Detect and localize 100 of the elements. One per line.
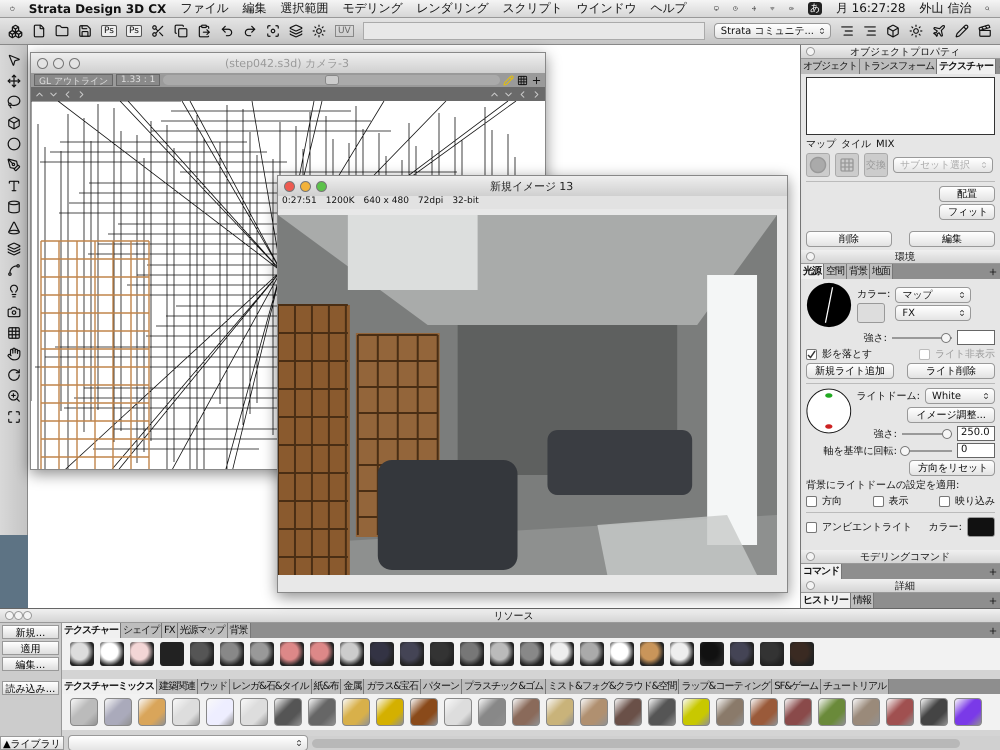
zoom-button[interactable] bbox=[316, 180, 327, 192]
texture-swatch-icon[interactable] bbox=[512, 698, 540, 726]
texture-swatch-icon[interactable] bbox=[886, 698, 914, 726]
pencil-icon[interactable] bbox=[955, 24, 969, 38]
plane-icon[interactable] bbox=[932, 24, 946, 38]
panel-button[interactable]: フィット bbox=[939, 204, 995, 220]
load-button[interactable]: 読み込み... bbox=[2, 681, 59, 695]
tab[interactable]: SF&ゲーム bbox=[772, 679, 822, 694]
minimize-button[interactable] bbox=[14, 611, 23, 620]
layers-icon[interactable] bbox=[6, 242, 20, 256]
lasso-icon[interactable] bbox=[6, 95, 20, 109]
texture-swatch-icon[interactable] bbox=[410, 698, 438, 726]
close-button[interactable] bbox=[37, 58, 48, 68]
frame-icon[interactable] bbox=[6, 410, 20, 424]
tab[interactable]: ウッド bbox=[198, 679, 230, 694]
slider-thumb[interactable] bbox=[941, 332, 951, 342]
strength-field[interactable]: 250.0 bbox=[957, 426, 995, 441]
updown-arrows-icon[interactable] bbox=[958, 309, 966, 317]
slider-thumb[interactable] bbox=[324, 75, 339, 85]
new-file-icon[interactable] bbox=[32, 24, 46, 38]
menu-item[interactable]: ウインドウ bbox=[576, 0, 636, 17]
copy-icon[interactable] bbox=[174, 24, 188, 38]
texture-swatch-icon[interactable] bbox=[920, 698, 948, 726]
texture-swatch-icon[interactable] bbox=[682, 698, 710, 726]
tab[interactable]: 建築関連 bbox=[157, 679, 198, 694]
texture-swatch-icon[interactable] bbox=[546, 698, 574, 726]
menu-item[interactable]: スクリプト bbox=[502, 0, 562, 17]
tab[interactable]: 光源マップ bbox=[178, 623, 228, 638]
texture-swatch-icon[interactable] bbox=[342, 698, 370, 726]
undo-icon[interactable] bbox=[220, 24, 234, 38]
checkbox[interactable] bbox=[939, 496, 950, 506]
align-icon[interactable] bbox=[863, 24, 877, 38]
minimize-button[interactable] bbox=[53, 58, 64, 68]
slider-thumb[interactable] bbox=[900, 446, 910, 456]
pointer-icon[interactable] bbox=[6, 53, 20, 67]
tab[interactable]: 背景 bbox=[847, 264, 870, 279]
cut-icon[interactable] bbox=[150, 24, 165, 38]
reset-direction-button[interactable]: 方向をリセット bbox=[909, 460, 995, 476]
uv-button[interactable]: UV bbox=[334, 25, 354, 37]
light-direction-dial[interactable] bbox=[806, 282, 852, 328]
updown-arrows-icon[interactable] bbox=[818, 27, 826, 35]
tab[interactable]: 背景 bbox=[228, 623, 251, 638]
align-icon[interactable] bbox=[840, 24, 854, 38]
sphere-icon[interactable] bbox=[6, 137, 20, 151]
photoshop-button[interactable]: Ps bbox=[101, 25, 117, 37]
app-menu[interactable]: Strata Design 3D CX bbox=[28, 2, 166, 16]
tab[interactable]: ヒストリー bbox=[801, 593, 851, 608]
tab[interactable]: テクスチャーミックス bbox=[62, 679, 157, 694]
cylinder-icon[interactable] bbox=[6, 200, 20, 214]
tab[interactable]: テクスチャー bbox=[937, 59, 996, 74]
map-menu[interactable]: マップ bbox=[895, 287, 972, 303]
user-name[interactable]: 外山 信治 bbox=[919, 0, 972, 17]
grid-icon[interactable] bbox=[6, 326, 20, 340]
cube-icon[interactable] bbox=[6, 116, 20, 130]
menu-item[interactable]: ファイル bbox=[180, 0, 228, 17]
cube-icon[interactable] bbox=[886, 24, 900, 38]
texture-swatch-icon[interactable] bbox=[614, 698, 642, 726]
objects-icon[interactable] bbox=[8, 24, 23, 38]
panel-button[interactable]: 編集 bbox=[909, 231, 995, 247]
menu-item[interactable]: レンダリング bbox=[416, 0, 488, 17]
side-button[interactable]: 適用 bbox=[2, 641, 59, 655]
texture-swatch-icon[interactable] bbox=[852, 698, 880, 726]
tab[interactable]: ガラス&宝石 bbox=[364, 679, 422, 694]
checkbox[interactable] bbox=[806, 496, 817, 506]
scroll-bar[interactable] bbox=[312, 738, 960, 748]
tab[interactable]: テクスチャー bbox=[62, 623, 121, 638]
tab[interactable]: コマンド bbox=[801, 564, 842, 579]
texture-swatch-icon[interactable] bbox=[206, 698, 234, 726]
tab[interactable]: 空間 bbox=[824, 264, 847, 279]
close-button[interactable] bbox=[806, 252, 815, 261]
texture-swatch-icon[interactable] bbox=[818, 698, 846, 726]
zoom-icon[interactable] bbox=[6, 389, 20, 403]
tab[interactable]: 地面 bbox=[870, 264, 893, 279]
panel-button[interactable]: 新規ライト追加 bbox=[806, 363, 894, 379]
library-button[interactable]: ▲ライブラリ bbox=[0, 736, 64, 750]
texture-swatch-icon[interactable] bbox=[308, 698, 336, 726]
texture-swatch-icon[interactable] bbox=[376, 698, 404, 726]
text-field[interactable] bbox=[362, 22, 705, 40]
tab[interactable]: レンガ&石&タイル bbox=[230, 679, 312, 694]
tab[interactable]: 情報 bbox=[851, 593, 874, 608]
clock-text[interactable]: 月 16:27:28 bbox=[836, 0, 906, 17]
input-mode-indicator[interactable]: あ bbox=[808, 2, 822, 15]
updown-arrows-icon[interactable] bbox=[982, 392, 990, 400]
fx-menu[interactable]: FX bbox=[895, 305, 972, 321]
photoshop-button[interactable]: Ps bbox=[126, 25, 142, 37]
panel-button[interactable]: 削除 bbox=[806, 231, 892, 247]
checkbox[interactable] bbox=[806, 348, 817, 360]
updown-arrows-icon[interactable] bbox=[958, 291, 966, 299]
minimize-button[interactable] bbox=[300, 180, 311, 192]
close-button[interactable] bbox=[284, 180, 295, 192]
grid-icon[interactable] bbox=[517, 74, 528, 86]
layers-icon[interactable] bbox=[288, 24, 303, 38]
tab[interactable]: トランスフォーム bbox=[860, 59, 937, 74]
close-button[interactable] bbox=[806, 581, 815, 590]
pen-icon[interactable] bbox=[6, 158, 20, 172]
texture-swatch-icon[interactable] bbox=[172, 698, 200, 726]
menu-item[interactable]: モデリング bbox=[342, 0, 402, 17]
camera-icon[interactable] bbox=[6, 305, 20, 319]
clapperboard-icon[interactable] bbox=[978, 24, 992, 38]
move-icon[interactable] bbox=[6, 74, 20, 88]
